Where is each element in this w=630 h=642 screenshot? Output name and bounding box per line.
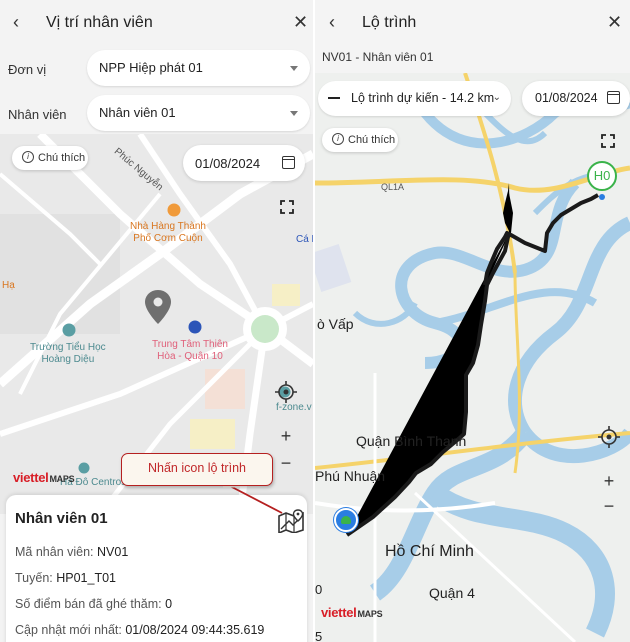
route-type-select[interactable]: Lộ trình dự kiến - 14.2 km ⌄ [318, 81, 511, 116]
fullscreen-icon [601, 134, 615, 148]
chevron-down-icon [290, 111, 298, 116]
legend-button[interactable]: i Chú thích [12, 146, 88, 170]
close-button[interactable]: ✕ [607, 12, 622, 33]
back-button[interactable]: ‹ [13, 12, 19, 33]
employee-label: Nhân viên [8, 107, 67, 122]
phunhuan-label: Phú Nhuận [315, 468, 386, 484]
viettel-maps-logo: viettelMAPS [321, 605, 383, 620]
zoom-out-button[interactable]: − [271, 449, 301, 479]
route-type-value: Lộ trình dự kiến - 14.2 km [351, 91, 495, 105]
fullscreen-icon [280, 200, 294, 214]
start-point-dot [599, 194, 605, 200]
visited-count-line: Số điểm bán đã ghé thăm: 0 [15, 597, 173, 611]
ha-label: Hạ [2, 280, 15, 291]
fullscreen-button[interactable] [272, 192, 302, 222]
employee-location-panel: ‹ Vị trí nhân viên ✕ Đơn vị NPP Hiệp phá… [0, 0, 313, 642]
map-route-icon [278, 509, 304, 535]
locate-icon [275, 381, 297, 403]
start-marker[interactable]: H0 [587, 161, 617, 191]
calendar-icon [607, 91, 620, 104]
chevron-down-icon [290, 66, 298, 71]
last-updated-line: Cập nhật mới nhất: 01/08/2024 09:44:35.6… [15, 623, 265, 637]
close-button[interactable]: ✕ [293, 12, 308, 33]
page-title: Lộ trình [362, 14, 417, 31]
info-icon: i [22, 151, 34, 163]
viettel-maps-logo: viettelMAPS [13, 470, 75, 485]
employee-code-line: Mã nhân viên: NV01 [15, 545, 129, 559]
route-line-icon [328, 97, 340, 99]
my-location-button[interactable] [594, 422, 624, 452]
ca-label: Cá H [296, 234, 313, 245]
my-location-button[interactable] [271, 377, 301, 407]
unit-select-value: NPP Hiệp phát 01 [99, 60, 203, 75]
hcm-label: Hồ Chí Minh [385, 543, 474, 560]
employee-select-value: Nhân viên 01 [99, 105, 176, 120]
quan4-label: Quận 4 [429, 585, 475, 601]
back-button[interactable]: ‹ [329, 12, 335, 33]
calendar-icon [282, 156, 295, 169]
govap-label: ò Vấp [317, 316, 354, 332]
route-panel: ‹ Lộ trình ✕ NV01 - Nhân viên 01 QL1A ò … [315, 0, 630, 642]
edge-label-5: 5 [315, 629, 323, 642]
locate-icon [598, 426, 620, 448]
edge-label-0: 0 [315, 582, 323, 597]
employee-info-card: Nhân viên 01 Mã nhân viên: NV01 Tuyến: H… [6, 495, 307, 642]
left-header: ‹ Vị trí nhân viên ✕ [0, 0, 313, 46]
unit-select[interactable]: NPP Hiệp phát 01 [87, 50, 310, 86]
chevron-down-icon: ⌄ [492, 92, 501, 103]
zoom-in-button[interactable]: + [271, 422, 301, 452]
date-picker[interactable]: 01/08/2024 [522, 81, 630, 116]
restaurant-label: Nhà Hàng Thành Phố Cơm Cuộn [130, 221, 206, 244]
employee-select[interactable]: Nhân viên 01 [87, 95, 310, 131]
page-title: Vị trí nhân viên [46, 14, 153, 31]
employee-name: Nhân viên 01 [15, 510, 108, 527]
route-line: Tuyến: HP01_T01 [15, 571, 116, 585]
mall-label: Trung Tâm Thiên Hòa - Quận 10 [152, 339, 228, 362]
legend-button[interactable]: i Chú thích [322, 128, 398, 152]
route-subtitle: NV01 - Nhân viên 01 [322, 50, 434, 64]
legend-button-label: Chú thích [348, 134, 396, 146]
date-value: 01/08/2024 [195, 156, 261, 171]
ql1a-label: QL1A [381, 182, 405, 192]
date-picker[interactable]: 01/08/2024 [183, 145, 305, 181]
employee-end-marker[interactable] [334, 508, 358, 532]
instruction-callout: Nhấn icon lộ trình [121, 453, 273, 486]
date-value: 01/08/2024 [535, 91, 598, 105]
zoom-out-button[interactable]: − [594, 492, 624, 522]
right-header: ‹ Lộ trình ✕ [315, 0, 630, 46]
binhthanh-label: Quận Bình Thạnh [356, 433, 467, 449]
info-icon: i [332, 133, 344, 145]
route-map[interactable]: QL1A ò Vấp Quận Bình Thạnh Phú Nhuận Hồ … [315, 73, 630, 642]
route-icon-button[interactable] [277, 509, 305, 535]
person-icon [341, 516, 351, 524]
unit-label: Đơn vị [8, 62, 47, 77]
fullscreen-button[interactable] [593, 126, 623, 156]
school-label: Trường Tiểu Học Hoàng Diệu [30, 342, 106, 365]
legend-button-label: Chú thích [38, 152, 86, 164]
